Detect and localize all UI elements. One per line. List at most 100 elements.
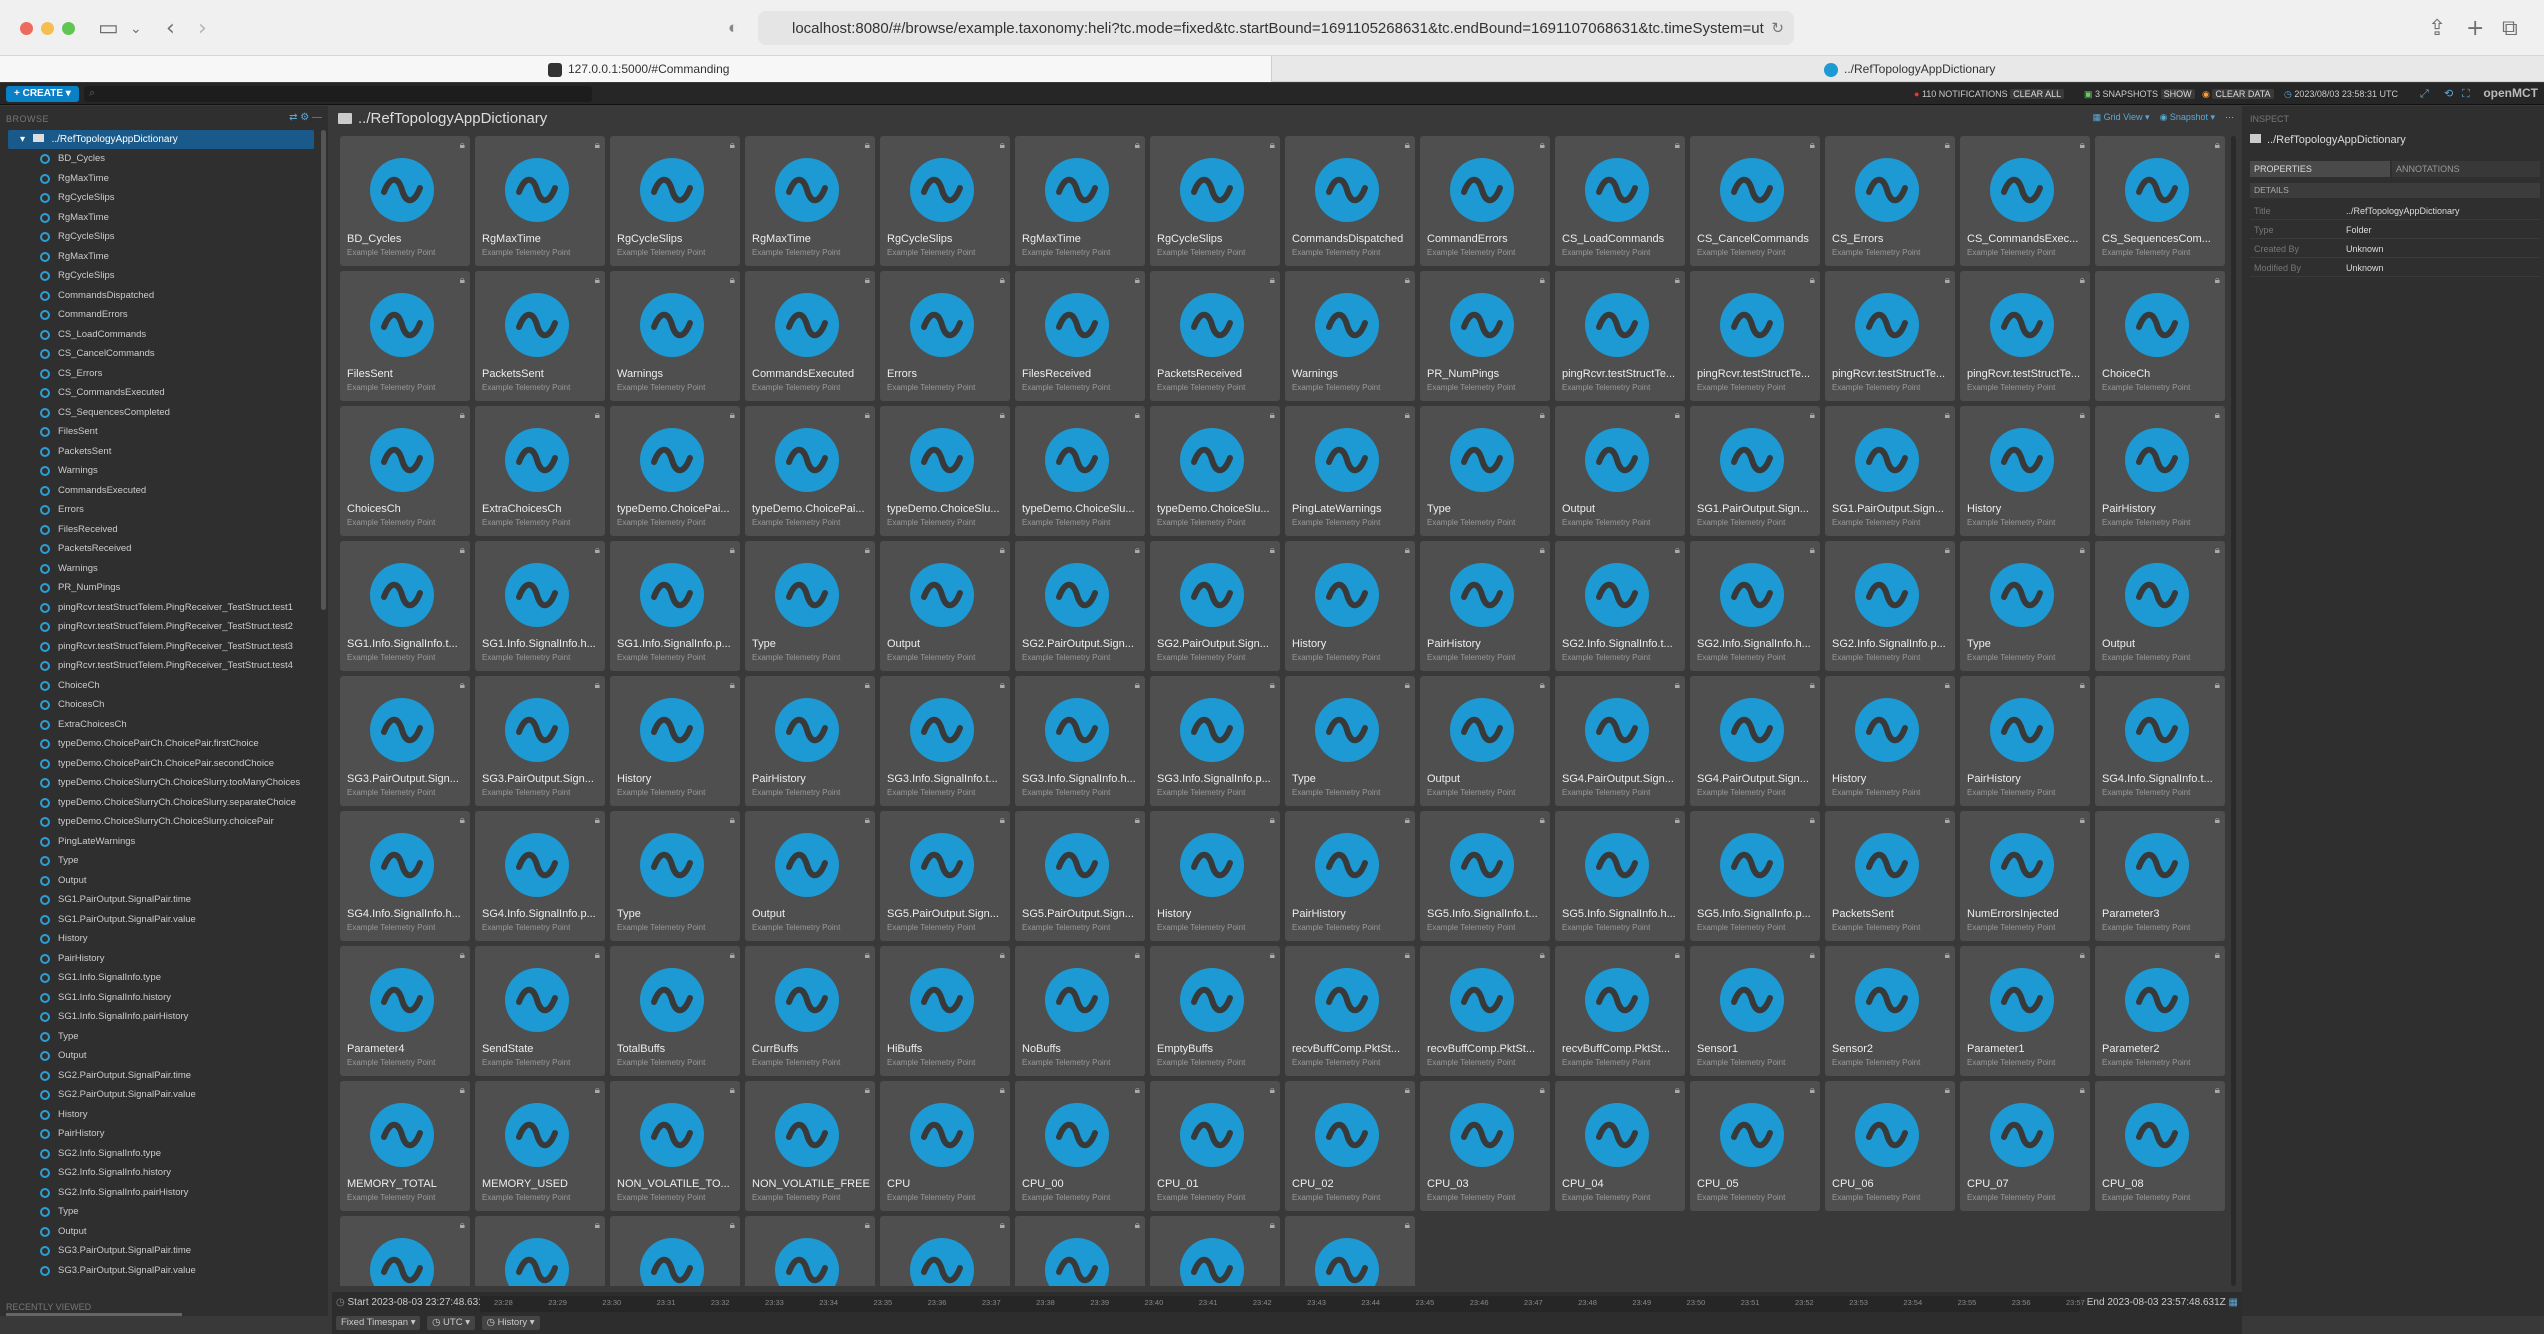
tree-item[interactable]: Errors (0, 500, 318, 520)
start-bound[interactable]: ◷ Start 2023-08-03 23:27:48.631Z ▦ (336, 1297, 502, 1308)
grid-tile[interactable]: 🔒︎ Type Example Telemetry Point (1285, 676, 1415, 806)
grid-tile[interactable]: 🔒︎ CommandsExecuted Example Telemetry Poin… (745, 271, 875, 401)
collapse-icon[interactable]: — (312, 112, 322, 123)
grid-tile[interactable]: 🔒︎ RgMaxTime Example Telemetry Point (475, 136, 605, 266)
grid-tile[interactable]: 🔒︎ MEMORY_TOTAL Example Telemetry Point (340, 1081, 470, 1211)
grid-tile[interactable]: 🔒︎ PairHistory Example Telemetry Point (1285, 811, 1415, 941)
expand-icon[interactable]: ⤢ (2420, 87, 2429, 101)
grid-tile[interactable]: 🔒︎ recvBuffComp.PktSt... Example Telemetry… (1555, 946, 1685, 1076)
grid-tile[interactable]: 🔒︎ SG4.Info.SignalInfo.h... Example Teleme… (340, 811, 470, 941)
tree-item[interactable]: CommandsExecuted (0, 481, 318, 501)
grid-tile[interactable]: 🔒︎ ExtraChoicesCh Example Telemetry Point (475, 406, 605, 536)
clear-all-button[interactable]: CLEAR ALL (2010, 89, 2065, 99)
grid-tile[interactable]: 🔒︎ Output Example Telemetry Point (2095, 541, 2225, 671)
browse-tools[interactable]: ⇄ ⚙ — (289, 112, 322, 123)
tree-item[interactable]: FilesSent (0, 422, 318, 442)
grid-tile[interactable]: 🔒︎ Type Example Telemetry Point (1420, 406, 1550, 536)
grid-tile[interactable]: 🔒︎ CommandErrors Example Telemetry Point (1420, 136, 1550, 266)
tree-item[interactable]: pingRcvr.testStructTelem.PingReceiver_Te… (0, 617, 318, 637)
grid-tile[interactable]: 🔒︎ CS_CommandsExec... Example Telemetry Po… (1960, 136, 2090, 266)
grid-tile[interactable]: 🔒︎ MEMORY_USED Example Telemetry Point (475, 1081, 605, 1211)
share-icon[interactable]: ⇪ (2428, 16, 2446, 41)
show-snapshots-button[interactable]: SHOW (2160, 89, 2195, 99)
grid-tile[interactable]: 🔒︎ CPU_05 Example Telemetry Point (1690, 1081, 1820, 1211)
grid-tile[interactable]: 🔒︎ History Example Telemetry Point (1960, 406, 2090, 536)
grid-tile[interactable]: 🔒︎ HiBuffs Example Telemetry Point (880, 946, 1010, 1076)
grid-tile[interactable]: 🔒︎ SG3.Info.SignalInfo.p... Example Teleme… (1150, 676, 1280, 806)
grid-tile[interactable]: 🔒︎ recvBuffComp.PktSt... Example Telemetry… (1285, 946, 1415, 1076)
grid-tile[interactable]: 🔒︎ SG4.Info.SignalInfo.p... Example Teleme… (475, 811, 605, 941)
grid-tile[interactable]: 🔒︎ Errors Example Telemetry Point (880, 271, 1010, 401)
grid-tile[interactable]: 🔒︎ CS_LoadCommands Example Telemetry Point (1555, 136, 1685, 266)
grid-tile[interactable]: 🔒︎ NON_VOLATILE_FREE Example Telemetry Poi… (745, 1081, 875, 1211)
grid-tile[interactable]: 🔒︎ PacketsSent Example Telemetry Point (475, 271, 605, 401)
grid-tile[interactable]: 🔒︎ EmptyBuffs Example Telemetry Point (1150, 946, 1280, 1076)
grid-tile[interactable]: 🔒︎ recvBuffComp.PktSt... Example Telemetry… (1420, 946, 1550, 1076)
grid-tile[interactable]: 🔒︎ pingRcvr.testStructTe... Example Teleme… (1555, 271, 1685, 401)
grid-tile[interactable]: 🔒︎ CPU_00 Example Telemetry Point (1015, 1081, 1145, 1211)
end-bound[interactable]: End 2023-08-03 23:57:48.631Z ▦ (2087, 1297, 2238, 1308)
grid-tile[interactable]: 🔒︎ (745, 1216, 875, 1286)
tree-item[interactable]: Output (0, 871, 318, 891)
history-select[interactable]: ◷ History ▾ (481, 1316, 540, 1330)
tree-item[interactable]: PairHistory (0, 949, 318, 969)
grid-tile[interactable]: 🔒︎ PR_NumPings Example Telemetry Point (1420, 271, 1550, 401)
grid-tile[interactable]: 🔒︎ Type Example Telemetry Point (745, 541, 875, 671)
grid-tile[interactable]: 🔒︎ RgCycleSlips Example Telemetry Point (880, 136, 1010, 266)
tree-item[interactable]: RgMaxTime (0, 208, 318, 228)
tab-dictionary[interactable]: ../RefTopologyAppDictionary (1272, 56, 2544, 82)
grid-tile[interactable]: 🔒︎ typeDemo.ChoicePai... Example Telemetry… (745, 406, 875, 536)
tree-item[interactable]: RgCycleSlips (0, 266, 318, 286)
grid-tile[interactable]: 🔒︎ pingRcvr.testStructTe... Example Teleme… (1690, 271, 1820, 401)
more-options-icon[interactable]: ⋯ (2225, 112, 2234, 122)
fullscreen-icon[interactable]: ⛶ (2462, 87, 2470, 101)
grid-tile[interactable]: 🔒︎ SG3.Info.SignalInfo.t... Example Teleme… (880, 676, 1010, 806)
tree-item[interactable]: Warnings (0, 461, 318, 481)
tree-item[interactable]: SG2.PairOutput.SignalPair.time (0, 1066, 318, 1086)
grid-tile[interactable]: 🔒︎ ChoiceCh Example Telemetry Point (2095, 271, 2225, 401)
tree-item[interactable]: Type (0, 1027, 318, 1047)
grid-tile[interactable]: 🔒︎ SG2.PairOutput.Sign... Example Telemetr… (1150, 541, 1280, 671)
grid-tile[interactable]: 🔒︎ Output Example Telemetry Point (745, 811, 875, 941)
grid-tile[interactable]: 🔒︎ (475, 1216, 605, 1286)
tree-item[interactable]: RgCycleSlips (0, 227, 318, 247)
grid-tile[interactable]: 🔒︎ CS_SequencesCom... Example Telemetry Po… (2095, 136, 2225, 266)
grid-tile[interactable]: 🔒︎ SG3.PairOutput.Sign... Example Telemetr… (475, 676, 605, 806)
grid-tile[interactable]: 🔒︎ SG5.PairOutput.Sign... Example Telemetr… (1015, 811, 1145, 941)
grid-tile[interactable]: 🔒︎ CommandsDispatched Example Telemetry Po… (1285, 136, 1415, 266)
tree-item[interactable]: BD_Cycles (0, 149, 318, 169)
forward-icon[interactable]: › (198, 16, 207, 41)
grid-tile[interactable]: 🔒︎ ChoicesCh Example Telemetry Point (340, 406, 470, 536)
close-window-button[interactable] (20, 22, 33, 35)
grid-tile[interactable]: 🔒︎ Warnings Example Telemetry Point (610, 271, 740, 401)
grid-tile[interactable]: 🔒︎ RgMaxTime Example Telemetry Point (1015, 136, 1145, 266)
tree-item[interactable]: pingRcvr.testStructTelem.PingReceiver_Te… (0, 656, 318, 676)
snapshot-button[interactable]: ◉ Snapshot ▾ (2160, 112, 2215, 122)
grid-tile[interactable]: 🔒︎ SG1.PairOutput.Sign... Example Telemetr… (1825, 406, 1955, 536)
grid-tile[interactable]: 🔒︎ SG2.Info.SignalInfo.t... Example Teleme… (1555, 541, 1685, 671)
tree-root-item[interactable]: ▾ ../RefTopologyAppDictionary (8, 130, 314, 149)
grid-tile[interactable]: 🔒︎ RgCycleSlips Example Telemetry Point (610, 136, 740, 266)
tree-item[interactable]: History (0, 1105, 318, 1125)
zoom-window-button[interactable] (62, 22, 75, 35)
calendar-icon[interactable]: ▦ (2229, 1297, 2238, 1308)
tree-item[interactable]: RgCycleSlips (0, 188, 318, 208)
grid-tile[interactable]: 🔒︎ SG3.Info.SignalInfo.h... Example Teleme… (1015, 676, 1145, 806)
grid-tile[interactable]: 🔒︎ SG5.Info.SignalInfo.h... Example Teleme… (1555, 811, 1685, 941)
shield-icon[interactable]: ◐ (728, 18, 738, 38)
clear-data-indicator[interactable]: ◉ CLEAR DATA (2202, 87, 2274, 101)
tree-item[interactable]: FilesReceived (0, 520, 318, 540)
grid-tile[interactable]: 🔒︎ SG3.PairOutput.Sign... Example Telemetr… (340, 676, 470, 806)
grid-tile[interactable]: 🔒︎ SG5.Info.SignalInfo.t... Example Teleme… (1420, 811, 1550, 941)
grid-tile[interactable]: 🔒︎ PairHistory Example Telemetry Point (745, 676, 875, 806)
grid-tile[interactable]: 🔒︎ CPU_03 Example Telemetry Point (1420, 1081, 1550, 1211)
minimize-window-button[interactable] (41, 22, 54, 35)
reload-icon[interactable]: ↻ (1771, 19, 1784, 37)
tree-item[interactable]: typeDemo.ChoiceSlurryCh.ChoiceSlurry.too… (0, 773, 318, 793)
grid-tile[interactable]: 🔒︎ CPU_04 Example Telemetry Point (1555, 1081, 1685, 1211)
tree-item[interactable]: SG3.PairOutput.SignalPair.time (0, 1241, 318, 1261)
tree-item[interactable]: RgMaxTime (0, 169, 318, 189)
grid-tile[interactable]: 🔒︎ SG1.Info.SignalInfo.t... Example Teleme… (340, 541, 470, 671)
grid-tile[interactable]: 🔒︎ SG2.Info.SignalInfo.h... Example Teleme… (1690, 541, 1820, 671)
grid-tile[interactable]: 🔒︎ SG1.Info.SignalInfo.p... Example Teleme… (610, 541, 740, 671)
